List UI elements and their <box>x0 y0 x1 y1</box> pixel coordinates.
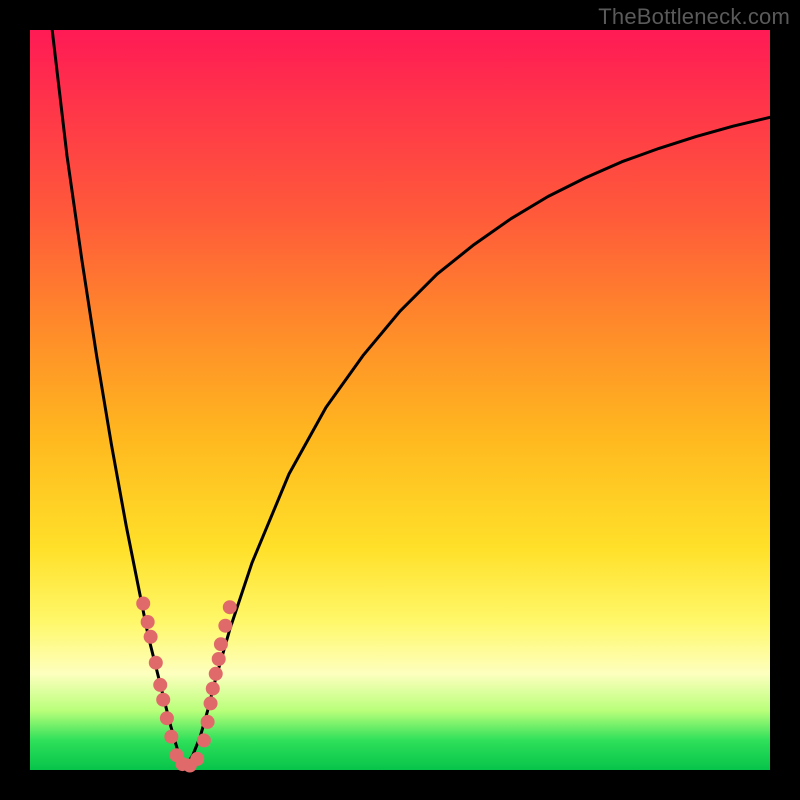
marker-dot <box>206 682 220 696</box>
marker-dot <box>204 696 218 710</box>
marker-dot <box>149 656 163 670</box>
marker-dot <box>136 597 150 611</box>
marker-dot <box>190 752 204 766</box>
curve-right <box>185 117 770 766</box>
curves-svg <box>30 30 770 770</box>
watermark-text: TheBottleneck.com <box>598 4 790 30</box>
marker-dot <box>160 711 174 725</box>
marker-dot <box>144 630 158 644</box>
marker-dot <box>209 667 223 681</box>
marker-dot <box>141 615 155 629</box>
marker-dot <box>212 652 226 666</box>
chart-frame: TheBottleneck.com <box>0 0 800 800</box>
marker-dot <box>223 600 237 614</box>
marker-dot <box>164 730 178 744</box>
marker-dots <box>136 597 237 773</box>
marker-dot <box>156 693 170 707</box>
marker-dot <box>201 715 215 729</box>
curve-left <box>52 30 185 766</box>
marker-dot <box>214 637 228 651</box>
marker-dot <box>153 678 167 692</box>
marker-dot <box>218 619 232 633</box>
plot-area <box>30 30 770 770</box>
marker-dot <box>197 733 211 747</box>
